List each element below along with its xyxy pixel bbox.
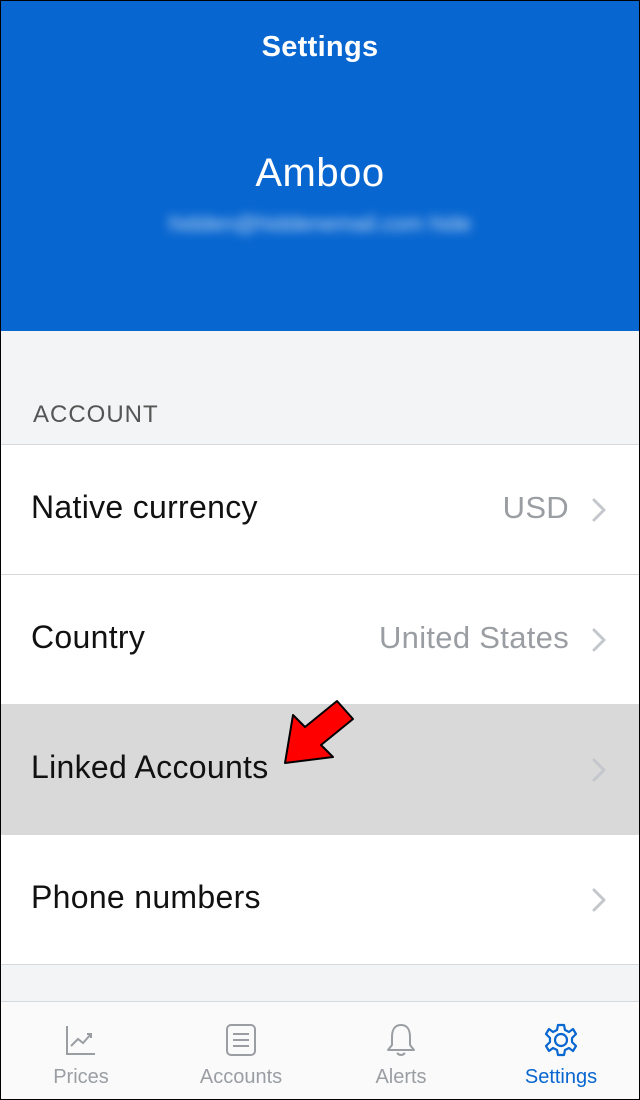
row-value: USD [502,490,569,525]
chevron-right-icon [592,888,606,912]
row-native-currency[interactable]: Native currency USD [1,445,639,575]
tab-accounts[interactable]: Accounts [161,1002,321,1099]
gear-icon [544,1023,578,1057]
red-arrow-annotation-icon [284,700,354,764]
tab-label: Alerts [375,1066,427,1088]
row-label: Linked Accounts [31,749,269,785]
page-title: Settings [261,31,379,63]
tab-label: Accounts [199,1066,283,1088]
tab-prices[interactable]: Prices [1,1002,161,1099]
row-label: Native currency [31,489,258,525]
bell-icon [387,1024,415,1056]
tab-label: Prices [53,1066,109,1088]
section-label-account: ACCOUNT [33,401,159,428]
settings-header: Settings Amboo hidden@hiddenemail.com hi… [1,1,639,331]
chevron-right-icon [592,628,606,652]
chart-icon [66,1026,95,1055]
row-country[interactable]: Country United States [1,575,639,705]
chevron-right-icon [592,758,606,782]
profile-name: Amboo [255,151,385,195]
row-value: United States [378,620,569,655]
profile-email-blurred: hidden@hiddenemail.com hide [168,211,472,236]
app-frame: Settings Amboo hidden@hiddenemail.com hi… [0,0,640,1100]
tab-alerts[interactable]: Alerts [321,1002,481,1099]
chevron-right-icon [592,498,606,522]
row-label: Country [31,619,146,655]
bottom-tab-bar: Prices Accounts Alerts Settings [1,1001,639,1099]
row-label: Phone numbers [31,879,261,915]
tab-label: Settings [524,1066,598,1088]
tab-settings[interactable]: Settings [481,1002,639,1099]
row-phone-numbers[interactable]: Phone numbers [1,835,639,965]
list-icon [226,1024,256,1056]
